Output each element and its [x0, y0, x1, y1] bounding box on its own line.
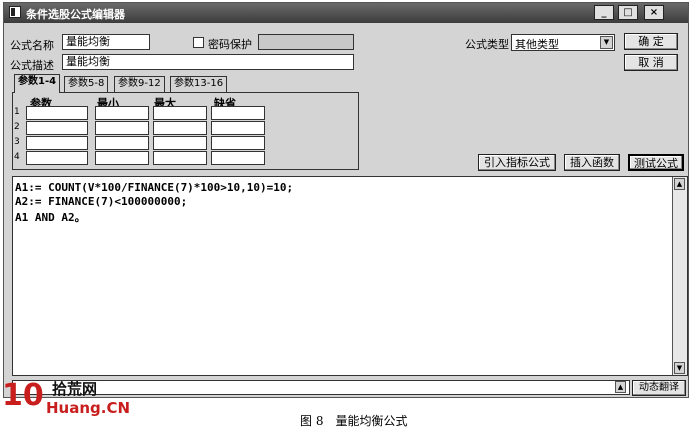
param-max-cell[interactable]: [153, 136, 207, 150]
title-bar: 条件选股公式编辑器 _ □ ×: [4, 3, 688, 23]
param-max-cell[interactable]: [153, 151, 207, 165]
formula-name-input[interactable]: 量能均衡: [62, 34, 150, 50]
code-line: A1:= COUNT(V*100/FINANCE(7)*100>10,10)=1…: [15, 181, 294, 194]
formula-type-value: 其他类型: [515, 38, 559, 51]
app-icon: [9, 6, 21, 18]
watermark-logo: 10 拾荒网 Huang.CN: [2, 378, 172, 428]
param-name-cell[interactable]: [26, 136, 88, 150]
param-default-cell[interactable]: [211, 121, 265, 135]
formula-editor-window: 条件选股公式编辑器 _ □ × 公式名称 量能均衡 密码保护 公式描述 量能均衡…: [3, 2, 689, 398]
row-number: 4: [14, 152, 20, 162]
param-default-cell[interactable]: [211, 136, 265, 150]
formula-type-label: 公式类型: [465, 38, 509, 51]
maximize-button[interactable]: □: [618, 5, 638, 20]
code-line: A1 AND A2。: [15, 211, 86, 224]
row-number: 1: [14, 107, 20, 117]
formula-name-label: 公式名称: [10, 39, 54, 52]
param-min-cell[interactable]: [95, 121, 149, 135]
close-button[interactable]: ×: [644, 5, 664, 20]
test-formula-button[interactable]: 测试公式: [628, 154, 684, 171]
insert-function-button[interactable]: 插入函数: [564, 154, 620, 171]
scroll-up-icon[interactable]: ▲: [674, 178, 685, 190]
figure-caption: 图 8 量能均衡公式: [300, 414, 408, 428]
param-min-cell[interactable]: [95, 151, 149, 165]
chevron-down-icon[interactable]: ▼: [600, 36, 613, 49]
tab-params-9-12[interactable]: 参数9-12: [114, 76, 165, 92]
row-number: 3: [14, 137, 20, 147]
watermark-url: Huang.CN: [46, 399, 131, 417]
row-number: 2: [14, 122, 20, 132]
tab-params-5-8[interactable]: 参数5-8: [64, 76, 109, 92]
minimize-button[interactable]: _: [594, 5, 614, 20]
password-checkbox[interactable]: [193, 37, 204, 48]
cancel-button[interactable]: 取 消: [624, 54, 678, 71]
param-name-cell[interactable]: [26, 106, 88, 120]
scroll-down-icon[interactable]: ▼: [674, 362, 685, 374]
param-max-cell[interactable]: [153, 121, 207, 135]
editor-scrollbar[interactable]: ▲ ▼: [672, 177, 687, 375]
param-default-cell[interactable]: [211, 106, 265, 120]
window-title: 条件选股公式编辑器: [26, 8, 125, 21]
param-default-cell[interactable]: [211, 151, 265, 165]
watermark-number: 10: [2, 378, 44, 413]
password-input[interactable]: [258, 34, 354, 50]
param-name-cell[interactable]: [26, 121, 88, 135]
tab-params-1-4[interactable]: 参数1-4: [14, 74, 61, 93]
watermark-site-name: 拾荒网: [52, 380, 98, 398]
param-name-cell[interactable]: [26, 151, 88, 165]
formula-type-select[interactable]: 其他类型 ▼: [511, 34, 615, 51]
password-label: 密码保护: [208, 38, 252, 51]
formula-code-editor[interactable]: A1:= COUNT(V*100/FINANCE(7)*100>10,10)=1…: [12, 176, 688, 376]
formula-desc-label: 公式描述: [10, 59, 54, 72]
param-min-cell[interactable]: [95, 136, 149, 150]
code-line: A2:= FINANCE(7)<100000000;: [15, 195, 188, 208]
tab-params-13-16[interactable]: 参数13-16: [170, 76, 228, 92]
dynamic-translate-button[interactable]: 动态翻译: [632, 380, 686, 396]
param-min-cell[interactable]: [95, 106, 149, 120]
formula-desc-input[interactable]: 量能均衡: [62, 54, 354, 70]
ok-button[interactable]: 确 定: [624, 33, 678, 50]
import-indicator-button[interactable]: 引入指标公式: [478, 154, 556, 171]
param-max-cell[interactable]: [153, 106, 207, 120]
scroll-up-icon[interactable]: ▲: [615, 381, 626, 393]
